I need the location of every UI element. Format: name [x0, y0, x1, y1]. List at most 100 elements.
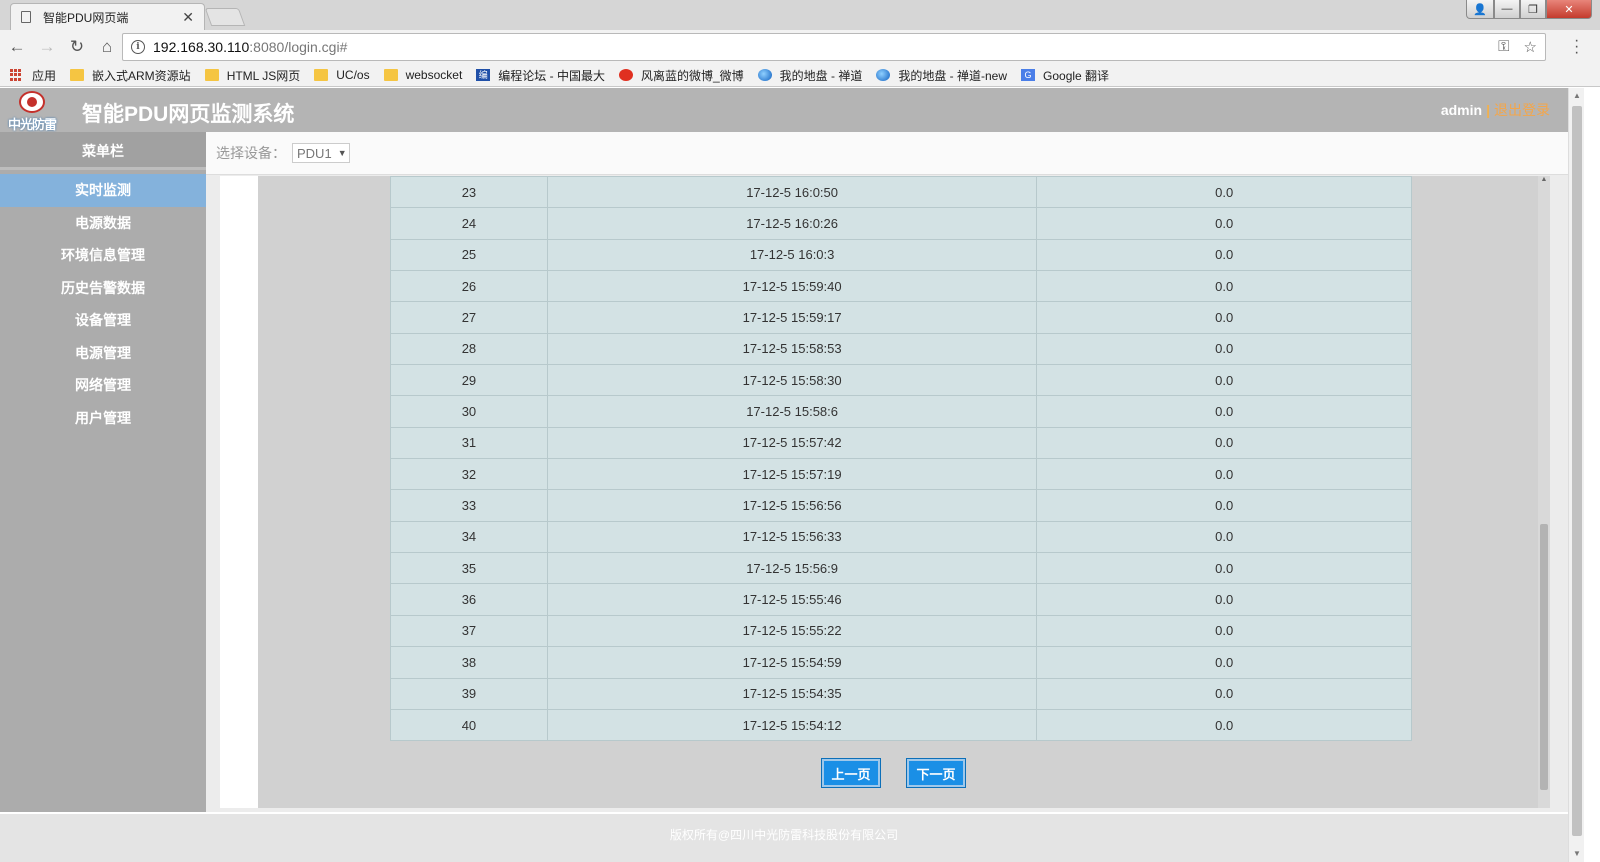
new-tab-button[interactable] [204, 8, 246, 26]
row-value-cell: 0.0 [1036, 238, 1412, 272]
row-value-cell: 0.0 [1036, 332, 1412, 366]
device-selector-bar: 选择设备： PDU1 ▼ [206, 132, 1568, 175]
row-value-cell: 0.0 [1036, 395, 1412, 428]
scroll-up-icon[interactable]: ▲ [1538, 176, 1550, 183]
row-value-cell: 0.0 [1036, 458, 1412, 491]
row-index-cell: 30 [390, 395, 548, 428]
row-index-cell: 33 [390, 489, 548, 522]
bookmark-star-icon[interactable]: ☆ [1524, 38, 1537, 56]
row-value-cell: 0.0 [1036, 520, 1412, 554]
logout-link[interactable]: 退出登录 [1494, 102, 1550, 118]
key-icon[interactable]: ⚿ [1498, 38, 1509, 56]
table-row: 31 17-12-5 15:57:42 0.0 [390, 426, 1412, 460]
app-header: 中光防雷 智能PDU网页监测系统 admin | 退出登录 [0, 88, 1568, 132]
table-row: 24 17-12-5 16:0:26 0.0 [390, 207, 1412, 240]
bookmark-label: HTML JS网页 [226, 68, 301, 83]
bookmark-forum[interactable]: 编 编程论坛 - 中国最大 [476, 67, 605, 84]
page-scrollbar-thumb[interactable] [1572, 106, 1582, 836]
row-value-cell: 0.0 [1036, 426, 1412, 460]
content-scrollbar-thumb[interactable] [1540, 524, 1548, 790]
bookmark-websocket[interactable]: websocket [383, 68, 462, 82]
address-bar[interactable]: i 192.168.30.110 :8080/login.cgi# ⚿ ☆ [122, 33, 1546, 61]
sidebar-item-power-data[interactable]: 电源数据 [0, 207, 206, 240]
prev-page-button[interactable]: 上一页 [821, 758, 881, 788]
sidebar-header: 菜单栏 [0, 132, 206, 170]
close-window-button[interactable]: ✕ [1546, 0, 1592, 19]
row-time-cell: 17-12-5 16:0:3 [546, 238, 1038, 272]
google-translate-icon: G [1021, 69, 1036, 81]
site-info-icon[interactable]: i [131, 40, 145, 54]
row-time-cell: 17-12-5 15:55:22 [546, 614, 1038, 648]
row-index-cell: 39 [390, 677, 548, 710]
table-row: 26 17-12-5 15:59:40 0.0 [390, 270, 1412, 303]
web-page: 中光防雷 智能PDU网页监测系统 admin | 退出登录 菜单栏 实时监测 电源数… [0, 88, 1568, 862]
profile-icon[interactable]: 👤 [1466, 0, 1494, 19]
chevron-down-icon: ▼ [337, 148, 347, 158]
sidebar-item-device-management[interactable]: 设备管理 [0, 304, 206, 337]
row-time-cell: 17-12-5 15:59:17 [546, 301, 1038, 334]
forward-icon[interactable]: → [34, 34, 60, 60]
sidebar-item-realtime-monitor[interactable]: 实时监测 [0, 174, 206, 207]
sidebar-item-environment[interactable]: 环境信息管理 [0, 239, 206, 272]
content-panel: 23 17-12-5 16:0:50 0.0 24 17-12-5 16:0:26 0.0… [258, 176, 1538, 808]
folder-icon [70, 69, 85, 81]
bookmark-chandao-new[interactable]: 我的地盘 - 禅道-new [876, 67, 1007, 84]
page-scrollbar[interactable]: ▲ ▼ [1568, 88, 1584, 862]
scroll-down-icon[interactable]: ▼ [1569, 846, 1585, 862]
table-row: 39 17-12-5 15:54:35 0.0 [390, 677, 1412, 710]
next-page-button[interactable]: 下一页 [906, 758, 966, 788]
bookmark-label: 我的地盘 - 禅道 [779, 68, 863, 83]
bookmark-html-js[interactable]: HTML JS网页 [204, 67, 301, 84]
bookmark-apps[interactable]: 应用 [10, 67, 56, 84]
bookmark-ucos[interactable]: UC/os [314, 68, 370, 82]
browser-tab[interactable]: 智能PDU网页端 ✕ [10, 3, 205, 30]
bookmark-label: 嵌入式ARM资源站 [92, 68, 191, 83]
reload-icon[interactable]: ↻ [64, 34, 90, 60]
row-time-cell: 17-12-5 16:0:50 [546, 176, 1038, 209]
username: admin [1440, 102, 1483, 118]
content-scrollbar[interactable]: ▲ [1538, 176, 1550, 808]
sidebar-item-power-management[interactable]: 电源管理 [0, 337, 206, 370]
sidebar-item-network-management[interactable]: 网络管理 [0, 369, 206, 402]
bookmark-weibo[interactable]: 风离蓝的微博_微博 [618, 67, 744, 84]
maximize-button[interactable]: ❐ [1520, 0, 1546, 19]
row-value-cell: 0.0 [1036, 677, 1412, 710]
row-time-cell: 17-12-5 15:54:59 [546, 646, 1038, 679]
footer-copyright: 版权所有@四川中光防雷科技股份有限公司 [669, 828, 899, 842]
row-value-cell: 0.0 [1036, 646, 1412, 679]
row-index-cell: 27 [390, 301, 548, 334]
bookmark-chandao[interactable]: 我的地盘 - 禅道 [757, 67, 863, 84]
row-index-cell: 25 [390, 238, 548, 272]
globe-icon [876, 69, 891, 81]
scroll-up-icon[interactable]: ▲ [1569, 88, 1585, 104]
row-time-cell: 17-12-5 16:0:26 [546, 207, 1038, 240]
home-icon[interactable]: ⌂ [94, 34, 120, 60]
footer: 版权所有@四川中光防雷科技股份有限公司 [0, 812, 1568, 862]
minimize-button[interactable]: — [1494, 0, 1520, 19]
row-index-cell: 34 [390, 520, 548, 554]
device-select[interactable]: PDU1 ▼ [292, 143, 350, 163]
table-row: 27 17-12-5 15:59:17 0.0 [390, 301, 1412, 334]
row-value-cell: 0.0 [1036, 614, 1412, 648]
row-index-cell: 37 [390, 614, 548, 648]
table-row: 32 17-12-5 15:57:19 0.0 [390, 458, 1412, 491]
back-icon[interactable]: ← [4, 34, 30, 60]
tab-close-icon[interactable]: ✕ [182, 9, 194, 26]
data-table: 23 17-12-5 16:0:50 0.0 24 17-12-5 16:0:26 0.0… [390, 176, 1412, 742]
bookmark-label: 我的地盘 - 禅道-new [898, 68, 1008, 83]
device-select-label: 选择设备： [216, 145, 286, 161]
apps-icon [10, 69, 24, 81]
row-time-cell: 17-12-5 15:55:46 [546, 583, 1038, 616]
url-host: 192.168.30.110 [153, 39, 250, 55]
sidebar-item-user-management[interactable]: 用户管理 [0, 402, 206, 435]
bookmark-arm[interactable]: 嵌入式ARM资源站 [70, 67, 191, 84]
row-index-cell: 40 [390, 708, 548, 742]
bookmark-label: 应用 [32, 68, 57, 83]
sidebar-item-alarm-history[interactable]: 历史告警数据 [0, 272, 206, 305]
globe-icon [757, 69, 772, 81]
row-value-cell: 0.0 [1036, 176, 1412, 209]
sidebar-menu: 实时监测 电源数据 环境信息管理 历史告警数据 设备管理 电源管理 网络管理 用… [0, 174, 206, 434]
bookmark-google-translate[interactable]: G Google 翻译 [1021, 67, 1109, 84]
browser-menu-icon[interactable]: · · · [1574, 33, 1579, 61]
row-time-cell: 17-12-5 15:56:9 [546, 552, 1038, 585]
